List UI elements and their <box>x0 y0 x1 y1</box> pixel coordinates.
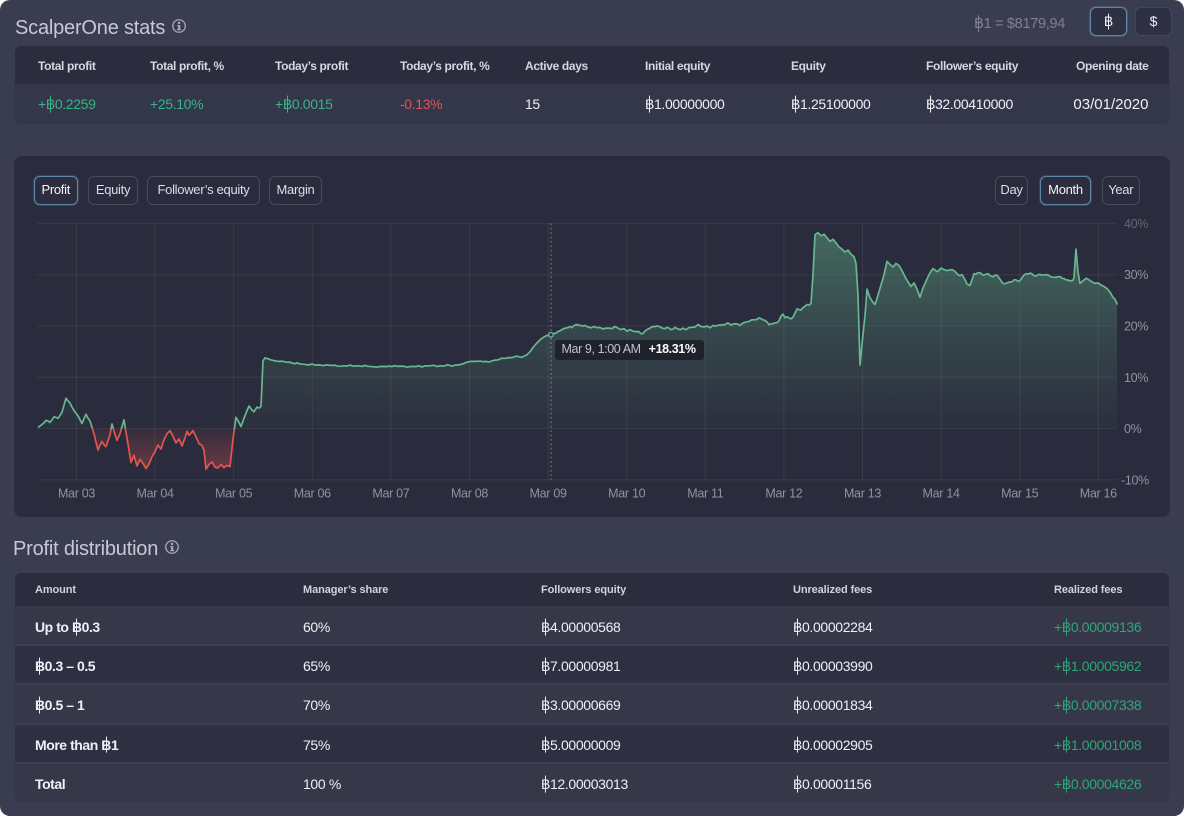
svg-text:Mar 06: Mar 06 <box>294 487 331 501</box>
svg-text:Mar 15: Mar 15 <box>1001 487 1038 501</box>
svg-text:40%: 40% <box>1124 217 1148 231</box>
svg-text:Mar 04: Mar 04 <box>137 487 174 501</box>
svg-text:Mar 16: Mar 16 <box>1080 487 1117 501</box>
svg-text:Mar 05: Mar 05 <box>215 487 252 501</box>
svg-text:-10%: -10% <box>1121 473 1149 487</box>
svg-text:Mar 09: Mar 09 <box>530 487 567 501</box>
svg-text:Mar 07: Mar 07 <box>372 487 409 501</box>
svg-text:Mar 10: Mar 10 <box>608 487 645 501</box>
svg-text:Mar 12: Mar 12 <box>765 487 802 501</box>
svg-text:Mar 03: Mar 03 <box>58 487 95 501</box>
svg-text:Mar 14: Mar 14 <box>923 487 960 501</box>
svg-text:20%: 20% <box>1124 320 1148 334</box>
svg-text:Mar 08: Mar 08 <box>451 487 488 501</box>
svg-text:10%: 10% <box>1124 371 1148 385</box>
svg-text:Mar 11: Mar 11 <box>687 487 724 501</box>
svg-text:Mar 13: Mar 13 <box>844 487 881 501</box>
svg-text:0%: 0% <box>1124 422 1142 436</box>
svg-text:30%: 30% <box>1124 268 1148 282</box>
